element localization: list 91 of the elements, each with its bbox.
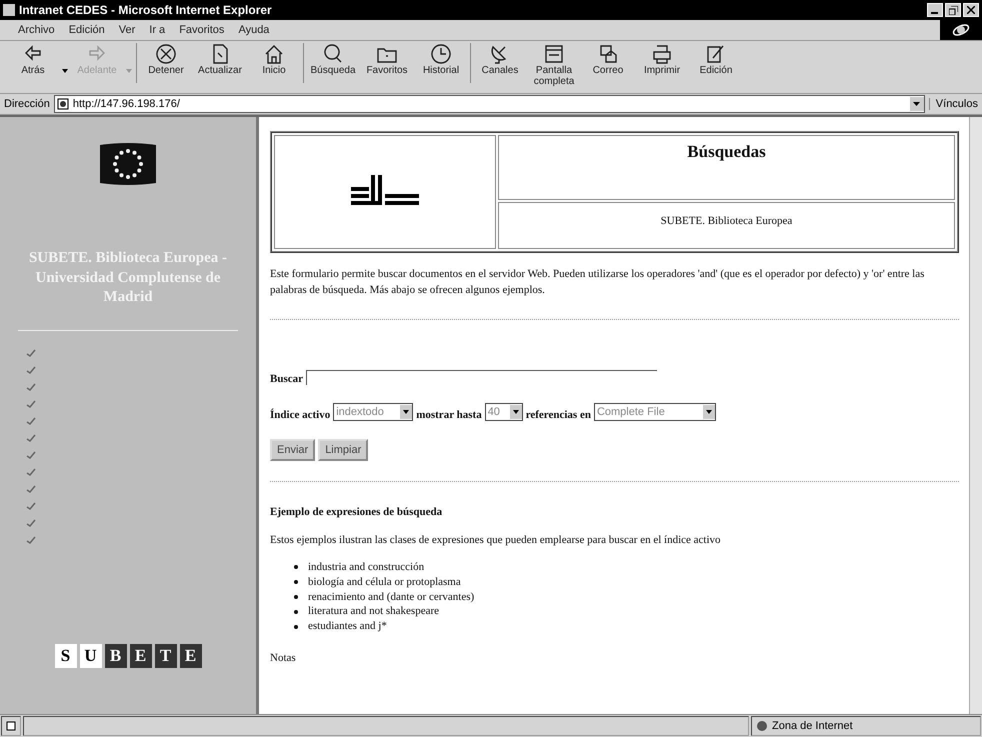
check-bullet-icon: [26, 468, 36, 476]
dropdown-caret-icon[interactable]: [62, 69, 68, 73]
bullet-icon: [294, 624, 298, 629]
caret-icon: [510, 404, 522, 419]
toolbar-button[interactable]: Pantalla completa: [529, 43, 579, 87]
search-icon: [322, 43, 344, 65]
page-icon: [56, 98, 69, 110]
examples-text: Estos ejemplos ilustran las clases de expresiones que pueden emplearse para buscar en el índice activo: [270, 534, 722, 546]
max-label: mostrar hasta: [416, 408, 482, 421]
close-icon: [967, 6, 975, 14]
flag-icon: [98, 141, 158, 187]
bullet-icon: [294, 580, 298, 584]
minimize-button[interactable]: [927, 3, 943, 17]
window-title: Intranet CEDES - Microsoft Internet Explorer: [19, 3, 273, 17]
logo-letter: E: [130, 644, 152, 668]
logo-letter: U: [80, 644, 102, 668]
toolbar-button[interactable]: Imprimir: [637, 43, 687, 76]
menu-item[interactable]: Edición: [68, 24, 105, 36]
printer-icon: [651, 43, 673, 65]
check-bullet-icon: [26, 416, 36, 424]
logo-letter: B: [104, 644, 126, 668]
refs-label: referencias en: [526, 408, 591, 421]
zone-label: Zona de Internet: [772, 720, 853, 732]
window-icon: [543, 43, 565, 65]
caret-icon: [702, 404, 715, 419]
scrollbar[interactable]: [969, 117, 982, 714]
toolbar-button[interactable]: Atrás: [8, 43, 58, 76]
check-bullet-icon: [26, 382, 36, 390]
toolbar-button[interactable]: Correo: [583, 43, 633, 76]
toolbar-button[interactable]: Canales: [475, 43, 525, 76]
check-bullet-icon: [26, 434, 36, 442]
check-bullet-icon: [26, 400, 36, 408]
maximize-button[interactable]: [945, 3, 961, 17]
browser-icon: [3, 4, 15, 16]
reset-button[interactable]: Limpiar: [318, 438, 368, 461]
toolbar-button[interactable]: Búsqueda: [308, 43, 358, 76]
intro-paragraph: Este formulario permite buscar documentos en el servidor Web. Pueden utilizarse los operadores 'and' (que es el operador por defecto) y 'or' entre las palabras de búsqueda. Más abajo se ofrecen algunos ejemplos.: [270, 267, 926, 298]
toolbar-button[interactable]: Historial: [416, 43, 466, 76]
library-logo-icon: [351, 174, 419, 206]
dropdown-button[interactable]: [910, 97, 924, 111]
address-field[interactable]: http://147.96.198.176/: [54, 95, 925, 113]
page-icon: [6, 721, 16, 731]
examples-heading: Ejemplo de expresiones de búsqueda: [270, 506, 444, 518]
bullet-icon: [294, 594, 298, 599]
example-item: estudiantes and j*: [308, 619, 387, 634]
stop-icon: [155, 43, 177, 65]
search-label: Buscar: [270, 372, 303, 385]
submit-button[interactable]: Enviar: [270, 438, 316, 461]
index-select[interactable]: indextodo: [333, 402, 414, 421]
index-label: Índice activo: [270, 408, 330, 421]
house-icon: [263, 43, 285, 65]
toolbar-button[interactable]: Detener: [141, 43, 191, 76]
check-bullet-icon: [26, 484, 36, 492]
menu-item[interactable]: Ayuda: [238, 24, 270, 36]
caret-icon: [400, 404, 412, 419]
check-bullet-icon: [26, 536, 36, 544]
page-title: Búsquedas: [498, 135, 955, 200]
example-item: industria and construcción: [308, 560, 424, 575]
globe-icon: [756, 720, 768, 732]
example-item: biología and célula or protoplasma: [308, 574, 461, 590]
toolbar-button[interactable]: Inicio: [249, 43, 299, 76]
toolbar-button[interactable]: Actualizar: [195, 43, 245, 76]
menu-item[interactable]: Ir a: [149, 24, 166, 36]
logo-letter: T: [154, 644, 176, 668]
toolbar-button[interactable]: Edición: [691, 43, 741, 76]
refs-select[interactable]: Complete File: [594, 402, 716, 421]
check-bullet-icon: [26, 366, 36, 374]
restore-icon: [948, 6, 958, 14]
logo-letter: E: [180, 644, 202, 668]
bullet-icon: [294, 610, 298, 614]
check-bullet-icon: [26, 502, 36, 510]
example-item: literatura and not shakespeare: [308, 604, 440, 620]
menu-item[interactable]: Ver: [118, 24, 136, 36]
links-label[interactable]: Vínculos: [928, 98, 978, 110]
check-bullet-icon: [26, 348, 36, 356]
e-logo-icon: [951, 22, 971, 38]
check-bullet-icon: [26, 518, 36, 526]
check-bullet-icon: [26, 450, 36, 458]
caret-icon: [913, 102, 920, 106]
clock-icon: [430, 43, 452, 65]
menu-item[interactable]: Archivo: [18, 24, 55, 36]
example-item: renacimiento and (dante or cervantes): [308, 590, 474, 604]
logo-letter: S: [54, 644, 76, 668]
notes-heading: Notas: [270, 652, 297, 664]
menu-item[interactable]: Favoritos: [179, 24, 224, 36]
close-button[interactable]: [963, 3, 979, 17]
page-subtitle: SUBETE. Biblioteca Europea: [498, 202, 955, 249]
bullet-icon: [294, 565, 298, 570]
max-select[interactable]: 40: [484, 402, 523, 421]
toolbar-button[interactable]: Favoritos: [362, 43, 412, 76]
address-label: Dirección: [4, 98, 50, 110]
